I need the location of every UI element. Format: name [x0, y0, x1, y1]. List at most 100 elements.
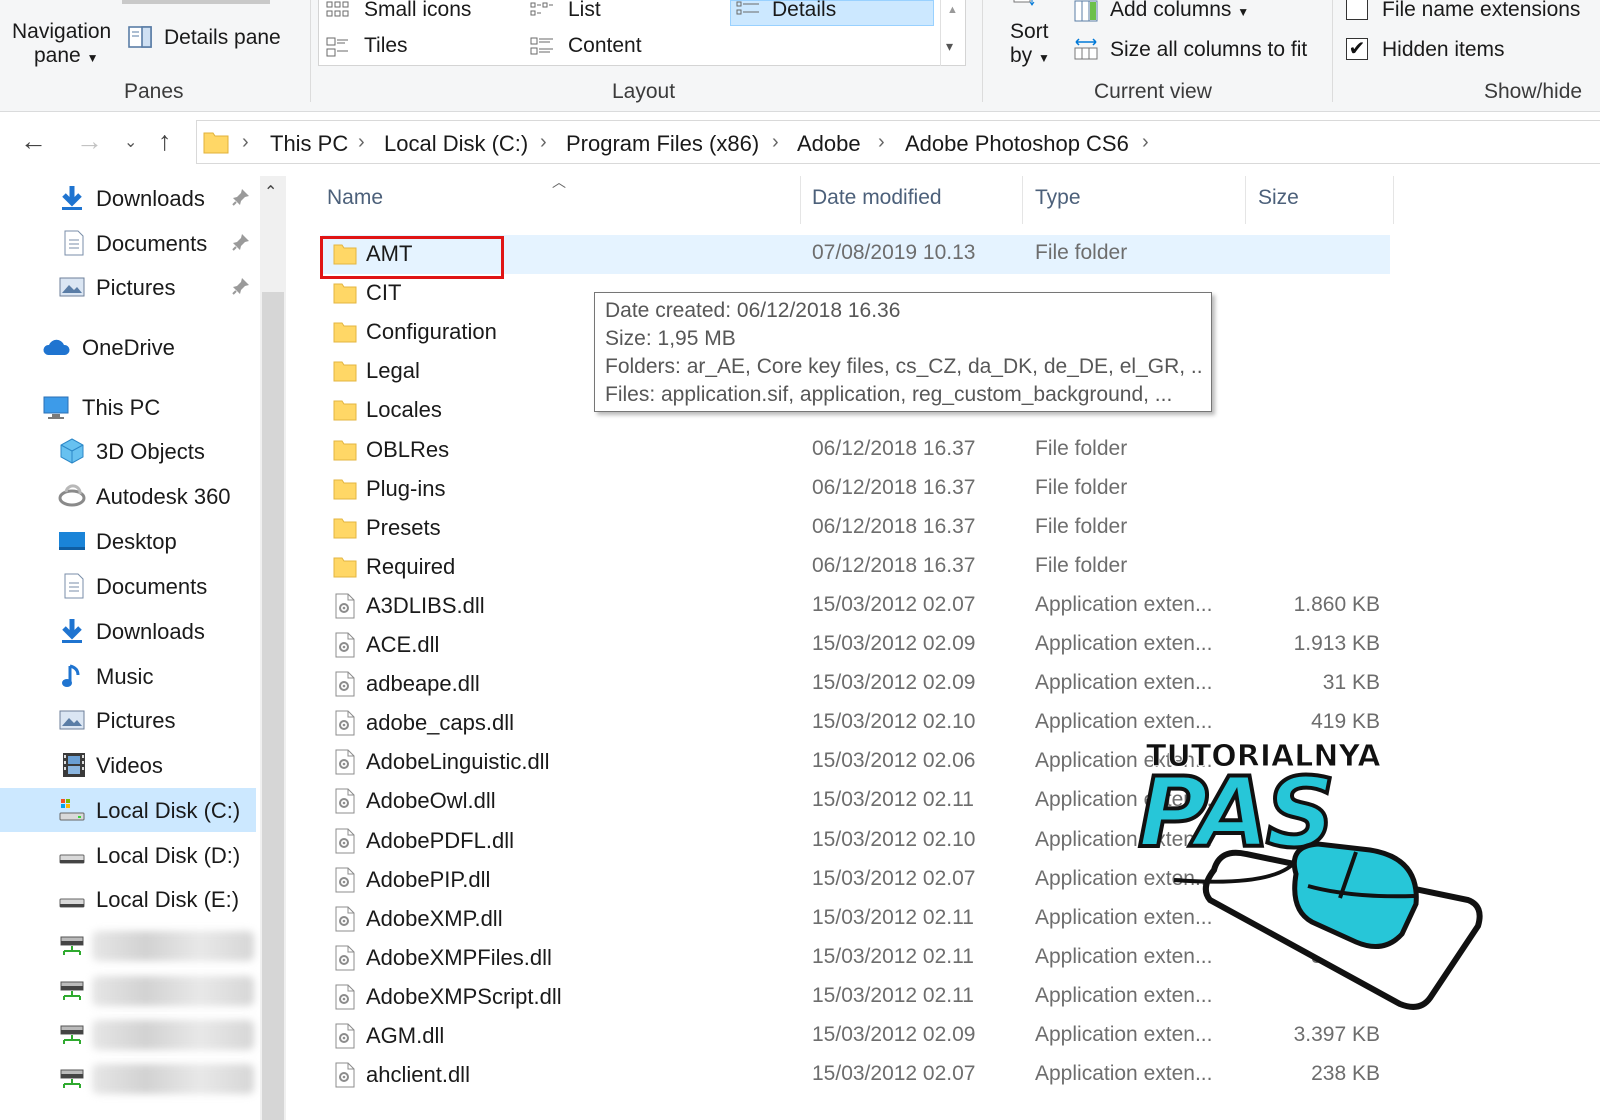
show-hide-group-label: Show/hide: [1484, 80, 1583, 103]
layout-scroll[interactable]: ▲ ▾: [940, 0, 964, 66]
file-type: Application exten...: [1035, 1023, 1213, 1046]
tiles-option[interactable]: Tiles: [364, 34, 408, 58]
sidebar-item-network-drive[interactable]: [0, 923, 262, 967]
navigation-pane-button[interactable]: Navigation: [12, 20, 111, 44]
column-divider[interactable]: [1022, 176, 1023, 224]
sidebar-item-network-drive[interactable]: [0, 1012, 262, 1056]
table-row[interactable]: A3DLIBS.dll 15/03/2012 02.07 Application…: [322, 587, 1390, 626]
scroll-up-icon[interactable]: ▲: [947, 4, 958, 16]
content-option[interactable]: Content: [568, 34, 642, 58]
breadcrumb-adobe[interactable]: Adobe: [797, 131, 861, 157]
content-icon: [530, 37, 553, 55]
breadcrumb-separator[interactable]: ›: [772, 131, 779, 154]
scroll-up-arrow-icon[interactable]: ⌃: [264, 182, 277, 202]
breadcrumb-local-disk-c[interactable]: Local Disk (C:): [384, 131, 528, 157]
column-header-date-modified[interactable]: Date modified: [812, 186, 942, 210]
details-option[interactable]: Details: [772, 0, 836, 22]
column-header-type[interactable]: Type: [1035, 186, 1081, 210]
dll-file-icon: [335, 632, 355, 658]
sidebar-item-pictures-pinned[interactable]: Pictures: [0, 265, 262, 309]
cloud-icon: [43, 339, 70, 355]
sidebar-item-network-drive[interactable]: [0, 1056, 262, 1100]
breadcrumb-separator[interactable]: ›: [540, 131, 547, 154]
breadcrumb-program-files-x86[interactable]: Program Files (x86): [566, 131, 759, 157]
group-divider: [982, 0, 983, 102]
column-header-size[interactable]: Size: [1258, 186, 1299, 210]
breadcrumb-adobe-photoshop-cs6[interactable]: Adobe Photoshop CS6: [905, 131, 1129, 157]
sidebar-item-3d-objects[interactable]: 3D Objects: [0, 429, 262, 473]
dll-file-icon: [335, 945, 355, 971]
small-icons-option[interactable]: Small icons: [364, 0, 471, 22]
table-row[interactable]: OBLRes 06/12/2018 16.37 File folder: [322, 431, 1390, 470]
list-option[interactable]: List: [568, 0, 601, 22]
recent-locations-button[interactable]: ⌄: [124, 132, 137, 152]
group-divider: [310, 0, 311, 102]
sidebar-item-network-drive[interactable]: [0, 968, 262, 1012]
navigation-pane-button-line2[interactable]: pane ▼: [34, 44, 98, 68]
file-name: AdobeOwl.dll: [366, 788, 496, 813]
file-name-extensions-checkbox[interactable]: [1346, 0, 1368, 20]
sidebar-item-pictures[interactable]: Pictures: [0, 698, 262, 742]
file-name: AdobePIP.dll: [366, 867, 491, 892]
column-header-name[interactable]: Name: [327, 186, 383, 210]
column-divider[interactable]: [1245, 176, 1246, 224]
sidebar-item-downloads[interactable]: Downloads: [0, 609, 262, 653]
table-row[interactable]: AGM.dll 15/03/2012 02.09 Application ext…: [322, 1017, 1390, 1056]
expand-gallery-icon[interactable]: ▾: [946, 38, 953, 55]
size-all-columns-button[interactable]: Size all columns to fit: [1110, 38, 1307, 62]
breadcrumb-separator[interactable]: ›: [878, 131, 885, 154]
sidebar-item-local-disk-d[interactable]: Local Disk (D:): [0, 833, 262, 877]
breadcrumb-separator[interactable]: ›: [358, 131, 365, 154]
table-row[interactable]: Plug-ins 06/12/2018 16.37 File folder: [322, 470, 1390, 509]
dll-file-icon: [335, 867, 355, 893]
sidebar-item-desktop[interactable]: Desktop: [0, 519, 262, 563]
column-divider[interactable]: [800, 176, 801, 224]
pin-icon[interactable]: [232, 277, 250, 295]
sidebar-item-onedrive[interactable]: OneDrive: [0, 325, 262, 369]
table-row[interactable]: ACE.dll 15/03/2012 02.09 Application ext…: [322, 626, 1390, 665]
pictures-icon: [59, 710, 85, 730]
hidden-items-checkbox[interactable]: ✔: [1346, 38, 1368, 60]
breadcrumb-separator[interactable]: ›: [1142, 131, 1149, 154]
pin-icon[interactable]: [232, 188, 250, 206]
sidebar-item-autodesk-360[interactable]: Autodesk 360: [0, 474, 262, 518]
sidebar-item-local-disk-e[interactable]: Local Disk (E:): [0, 877, 262, 921]
up-button[interactable]: ↑: [158, 126, 172, 157]
back-button[interactable]: ←: [20, 126, 47, 157]
chevron-down-icon: ▼: [1237, 5, 1250, 19]
details-pane-button[interactable]: Details pane: [164, 26, 281, 50]
forward-button[interactable]: →: [76, 126, 103, 157]
sidebar-item-downloads-pinned[interactable]: Downloads: [0, 176, 262, 220]
sidebar-item-local-disk-c[interactable]: Local Disk (C:): [0, 788, 256, 832]
pin-icon[interactable]: [232, 233, 250, 251]
sidebar-item-this-pc[interactable]: This PC: [0, 385, 262, 429]
sort-by-button[interactable]: Sort: [1010, 20, 1049, 44]
file-size: 1.913 KB: [1293, 632, 1380, 655]
sidebar-item-music[interactable]: Music: [0, 654, 262, 698]
sidebar-item-videos[interactable]: Videos: [0, 743, 262, 787]
file-date-modified: 15/03/2012 02.07: [812, 867, 976, 890]
sidebar-item-label: Autodesk 360: [96, 484, 231, 509]
table-row[interactable]: ahclient.dll 15/03/2012 02.07 Applicatio…: [322, 1056, 1390, 1095]
file-type: Application exten...: [1035, 593, 1213, 616]
breadcrumb-this-pc[interactable]: This PC: [270, 131, 348, 157]
table-row[interactable]: Presets 06/12/2018 16.37 File folder: [322, 509, 1390, 548]
file-date-modified: 15/03/2012 02.07: [812, 1062, 976, 1085]
file-name: OBLRes: [366, 437, 450, 462]
dll-file-icon: [335, 671, 355, 697]
sort-by-button-line2[interactable]: by ▼: [1010, 44, 1050, 68]
sort-ascending-icon: ︿: [552, 174, 566, 190]
table-row[interactable]: adbeape.dll 15/03/2012 02.09 Application…: [322, 665, 1390, 704]
file-name: ACE.dll: [366, 632, 440, 657]
network-drive-icon: [60, 1069, 84, 1088]
sidebar-scrollbar-thumb[interactable]: [262, 292, 284, 1120]
sidebar-item-label: Desktop: [96, 529, 177, 554]
navigation-pane: Downloads Documents Pictures OneDrive Th…: [0, 176, 262, 1120]
sidebar-item-documents-pinned[interactable]: Documents: [0, 221, 262, 265]
table-row[interactable]: Required 06/12/2018 16.37 File folder: [322, 548, 1390, 587]
add-columns-button[interactable]: Add columns ▼: [1110, 0, 1249, 22]
file-date-modified: 15/03/2012 02.06: [812, 749, 976, 772]
folder-icon: [333, 518, 357, 539]
sidebar-item-documents[interactable]: Documents: [0, 564, 262, 608]
column-divider[interactable]: [1393, 176, 1394, 224]
